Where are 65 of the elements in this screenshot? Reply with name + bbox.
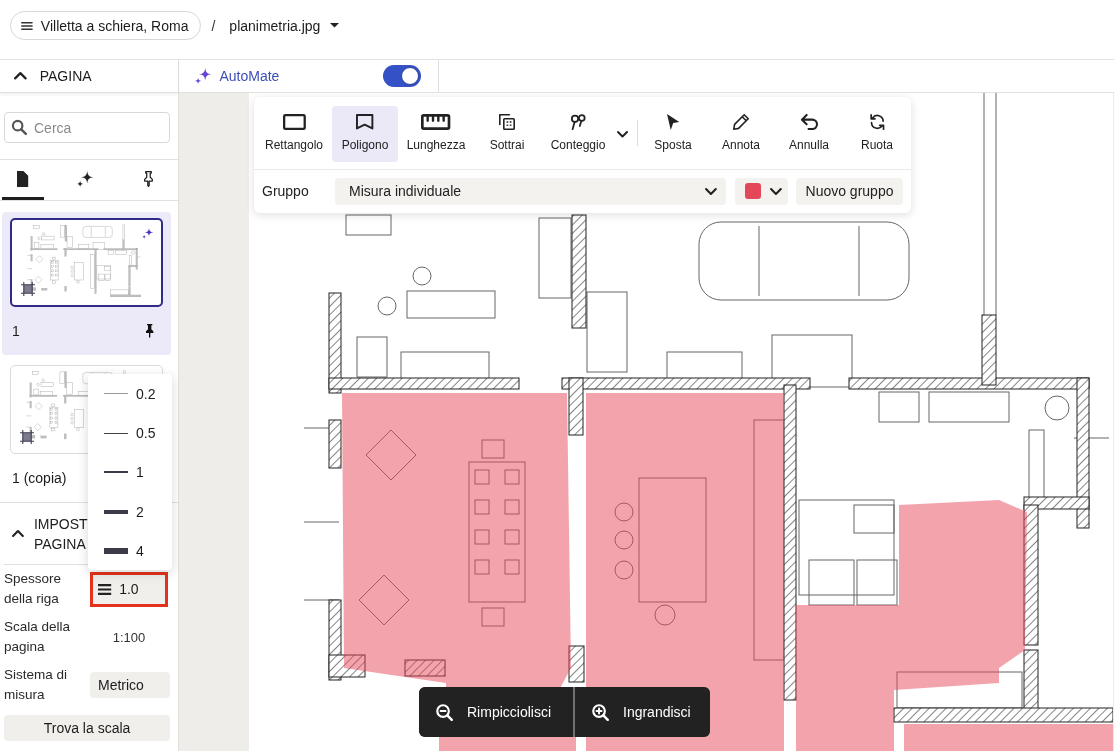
- rectangle-icon: [282, 114, 306, 130]
- sparkle-icon: [77, 170, 94, 187]
- tool-button[interactable]: Ruota: [845, 106, 909, 162]
- scale-value: 1:100: [112, 629, 146, 645]
- line-sample-icon: [104, 548, 128, 555]
- tool-button[interactable]: Conteggio: [545, 106, 611, 162]
- chevron-icon: [770, 187, 782, 195]
- ruler-icon: [421, 114, 451, 130]
- page-thumbnail[interactable]: [10, 218, 163, 307]
- undo-icon: [800, 114, 818, 130]
- cursor-icon: [666, 114, 680, 130]
- tool-button[interactable]: Sottrai: [474, 106, 540, 162]
- menu-icon: [21, 21, 33, 30]
- lines-icon: [98, 583, 112, 595]
- tool-button[interactable]: Lunghezza: [403, 106, 469, 162]
- search-field[interactable]: Cerca: [4, 112, 170, 143]
- setting-label: Spessore della riga: [4, 570, 63, 608]
- tool-button[interactable]: Annota: [709, 106, 773, 162]
- line-sample-icon: [104, 471, 128, 474]
- line-sample-icon: [104, 432, 128, 434]
- line-weight-option[interactable]: 1: [88, 452, 172, 493]
- new-group-button[interactable]: Nuovo gruppo: [796, 177, 903, 205]
- line-weight-option[interactable]: 0.2: [88, 374, 172, 414]
- polygon-icon: [356, 114, 374, 130]
- group-select[interactable]: Misura individuale: [335, 177, 726, 205]
- find-scale-button[interactable]: Trova la scala: [4, 715, 170, 741]
- line-weight-button[interactable]: 1.0: [90, 571, 168, 607]
- page-list-item[interactable]: 1: [2, 212, 171, 355]
- project-button[interactable]: Villetta a schiera, Roma: [10, 11, 202, 40]
- unit-system-button[interactable]: Metrico: [90, 672, 170, 698]
- color-picker[interactable]: [735, 177, 788, 205]
- zoom-in-icon: [592, 703, 609, 721]
- line-sample-icon: [104, 393, 128, 395]
- tool-button[interactable]: Poligono: [332, 106, 398, 162]
- automate-toggle[interactable]: [383, 65, 421, 87]
- chevron-icon: [705, 187, 717, 195]
- pen-icon: [733, 114, 749, 130]
- tool-button[interactable]: Annulla: [777, 106, 841, 162]
- line-sample-icon: [104, 509, 128, 514]
- zoom-out-button[interactable]: Rimpicciolisci: [419, 687, 573, 737]
- pages-section-header[interactable]: PAGINA: [0, 60, 178, 93]
- setting-label: Sistema di misura: [4, 666, 69, 704]
- search-icon: [12, 120, 27, 135]
- caret-icon: [330, 23, 340, 28]
- frame-icon: [21, 282, 35, 296]
- pins-icon: [570, 114, 586, 130]
- page-label: 1: [12, 323, 20, 339]
- tool-button[interactable]: Sposta: [641, 106, 705, 162]
- document-icon: [17, 170, 29, 187]
- zoom-out-icon: [436, 703, 453, 721]
- zoom-in-button[interactable]: Ingrandisci: [575, 687, 710, 737]
- breadcrumb-separator: /: [211, 17, 216, 34]
- frame-icon: [20, 430, 34, 444]
- file-menu-button[interactable]: planimetria.jpg: [229, 13, 340, 38]
- setting-label: Scala della pagina: [4, 618, 72, 656]
- sparkle-icon: [195, 68, 212, 84]
- chevron-icon: [617, 130, 629, 138]
- subtract-icon: [499, 114, 515, 130]
- pin-icon: [143, 170, 153, 187]
- page-label: 1 (copia): [12, 470, 67, 486]
- group-label: Gruppo: [262, 183, 310, 199]
- automate-label: AutoMate: [219, 68, 280, 84]
- rotate-icon: [869, 114, 885, 130]
- line-weight-option[interactable]: 0.5: [88, 413, 172, 453]
- tool-button[interactable]: Rettangolo: [261, 106, 327, 162]
